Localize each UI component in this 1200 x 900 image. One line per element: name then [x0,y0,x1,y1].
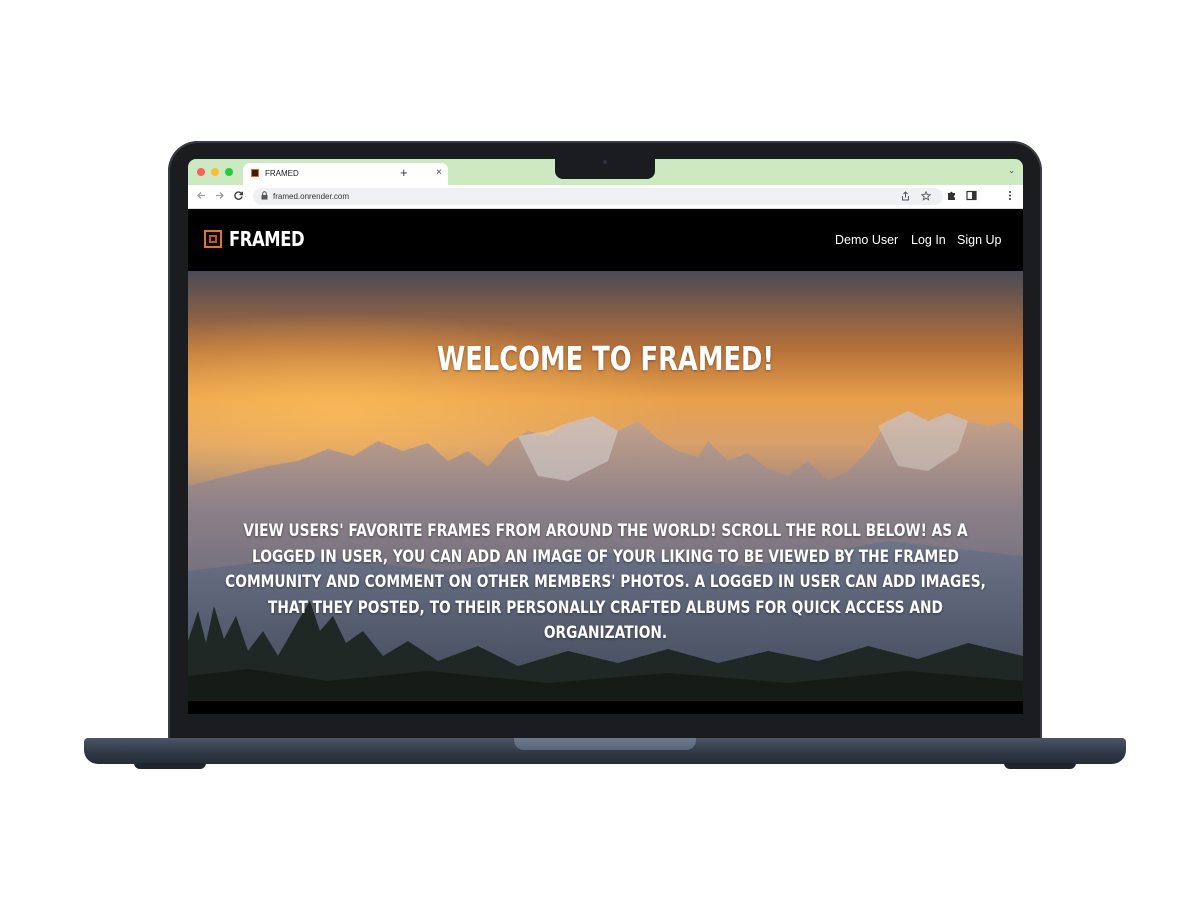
address-bar[interactable]: framed.onrender.com [253,188,943,205]
bookmark-star-icon[interactable] [920,190,932,203]
framed-logo-icon[interactable] [204,230,222,248]
screen-bottom-area [188,701,1023,714]
demo-user-link[interactable]: Demo User [835,233,898,247]
window-minimize-button[interactable] [211,168,219,176]
side-panel-icon[interactable] [966,190,977,204]
more-menu-icon[interactable] [1008,190,1012,204]
window-maximize-button[interactable] [225,168,233,176]
sign-up-link[interactable]: Sign Up [957,233,1001,247]
favicon-icon [251,169,259,177]
forward-arrow-icon[interactable] [214,190,225,204]
camera-icon [603,160,607,164]
site-navbar: FRAMED Demo User Log In Sign Up [188,209,1023,271]
hero-banner: WELCOME TO FRAMED! View users' favorite … [188,271,1023,701]
hero-description-wrap: View users' favorite frames from around … [188,519,1023,647]
tab-search-chevron-icon[interactable]: ⌄ [1008,166,1015,175]
browser-tab[interactable]: FRAMED × [243,163,448,185]
url-text: framed.onrender.com [273,192,350,201]
lock-icon [261,191,268,202]
new-tab-button[interactable]: + [400,165,408,180]
laptop-bottom-bezel [176,714,1034,736]
hero-title: WELCOME TO FRAMED! [436,339,775,378]
window-close-button[interactable] [197,168,205,176]
back-arrow-icon[interactable] [196,190,207,204]
laptop-opening-notch [514,738,696,750]
laptop-screen: FRAMED × + ⌄ framed.onrender.com FRAMED … [188,159,1023,714]
extensions-puzzle-icon[interactable] [946,190,957,204]
laptop-foot-right [1004,763,1076,769]
tab-title: FRAMED [265,169,299,178]
laptop-foot-left [134,763,206,769]
reload-icon[interactable] [233,190,244,204]
share-icon[interactable] [901,191,910,203]
browser-toolbar: framed.onrender.com [188,185,1023,209]
log-in-link[interactable]: Log In [911,233,946,247]
tab-close-icon[interactable]: × [436,167,442,178]
site-logo-text[interactable]: FRAMED [229,227,305,251]
hero-description: View users' favorite frames from around … [225,521,986,643]
